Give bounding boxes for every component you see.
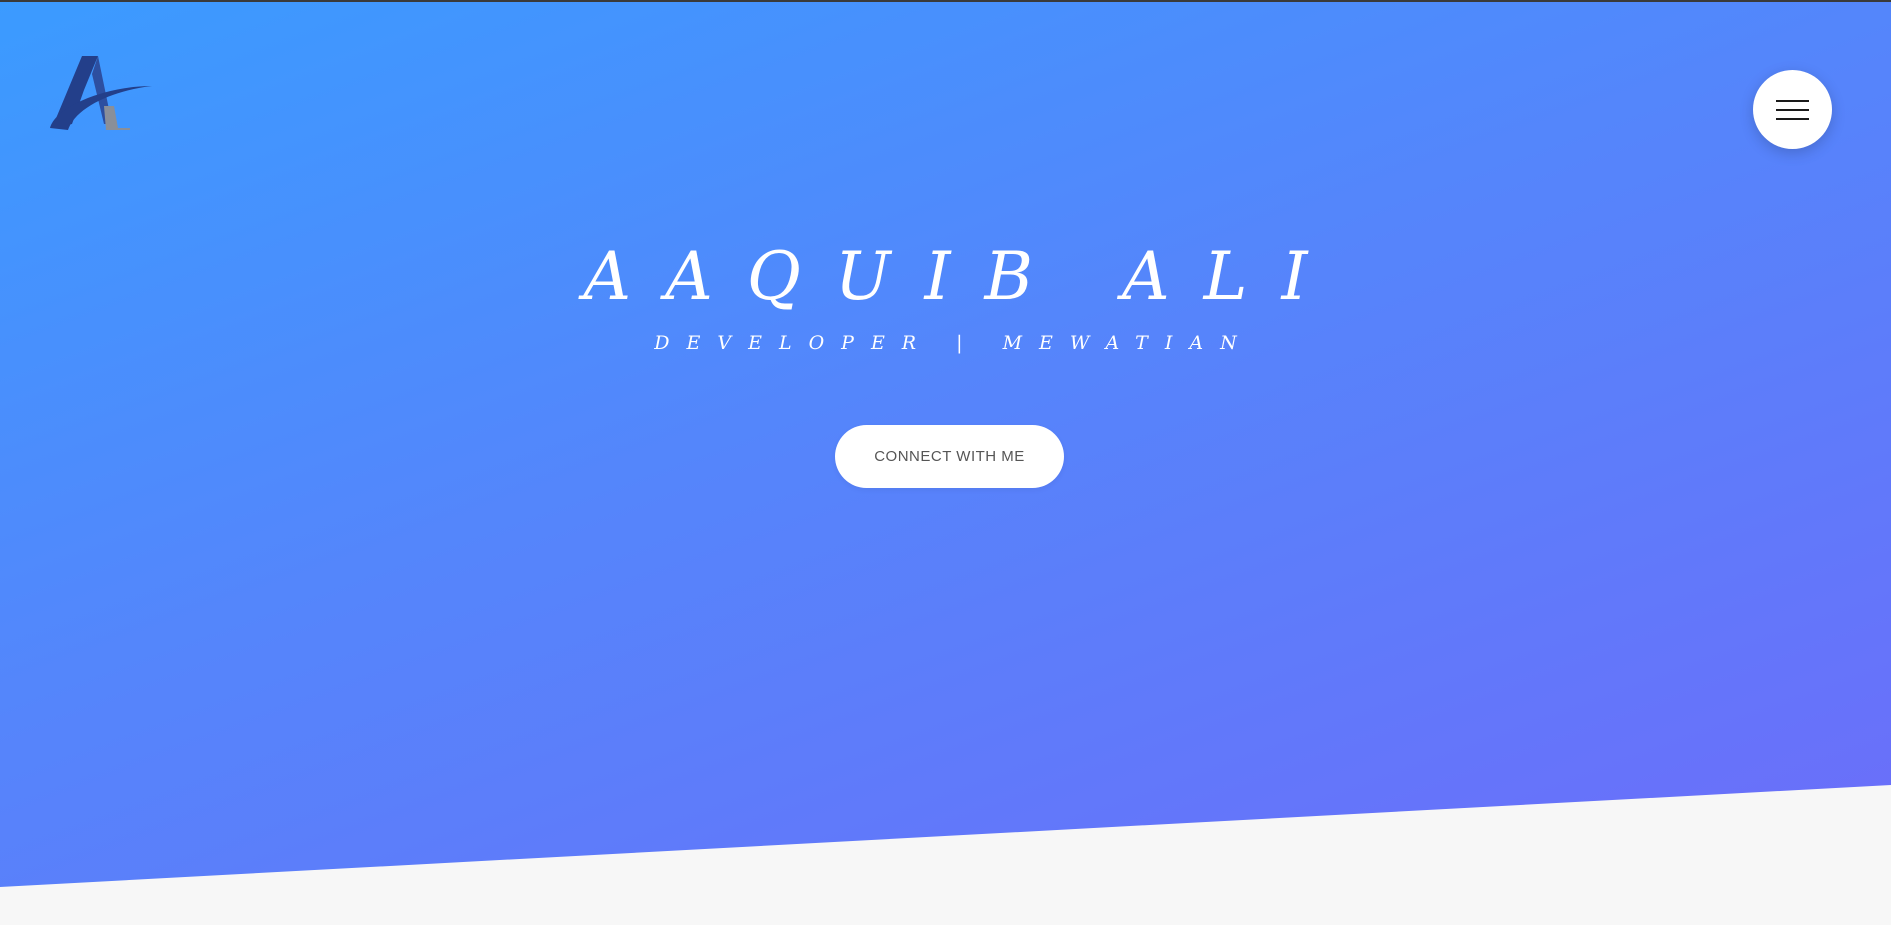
page: AAQUIB ALI DEVELOPER | MEWATIAN CONNECT …: [0, 0, 1891, 925]
menu-button[interactable]: [1753, 70, 1832, 149]
connect-with-me-button[interactable]: CONNECT WITH ME: [835, 425, 1064, 488]
hero-section: AAQUIB ALI DEVELOPER | MEWATIAN CONNECT …: [0, 0, 1891, 887]
top-border: [0, 0, 1891, 2]
hero-subtitle: DEVELOPER | MEWATIAN: [654, 332, 1254, 354]
hero-title: AAQUIB ALI: [583, 238, 1342, 315]
logo-a-swoosh-icon[interactable]: [46, 50, 156, 136]
